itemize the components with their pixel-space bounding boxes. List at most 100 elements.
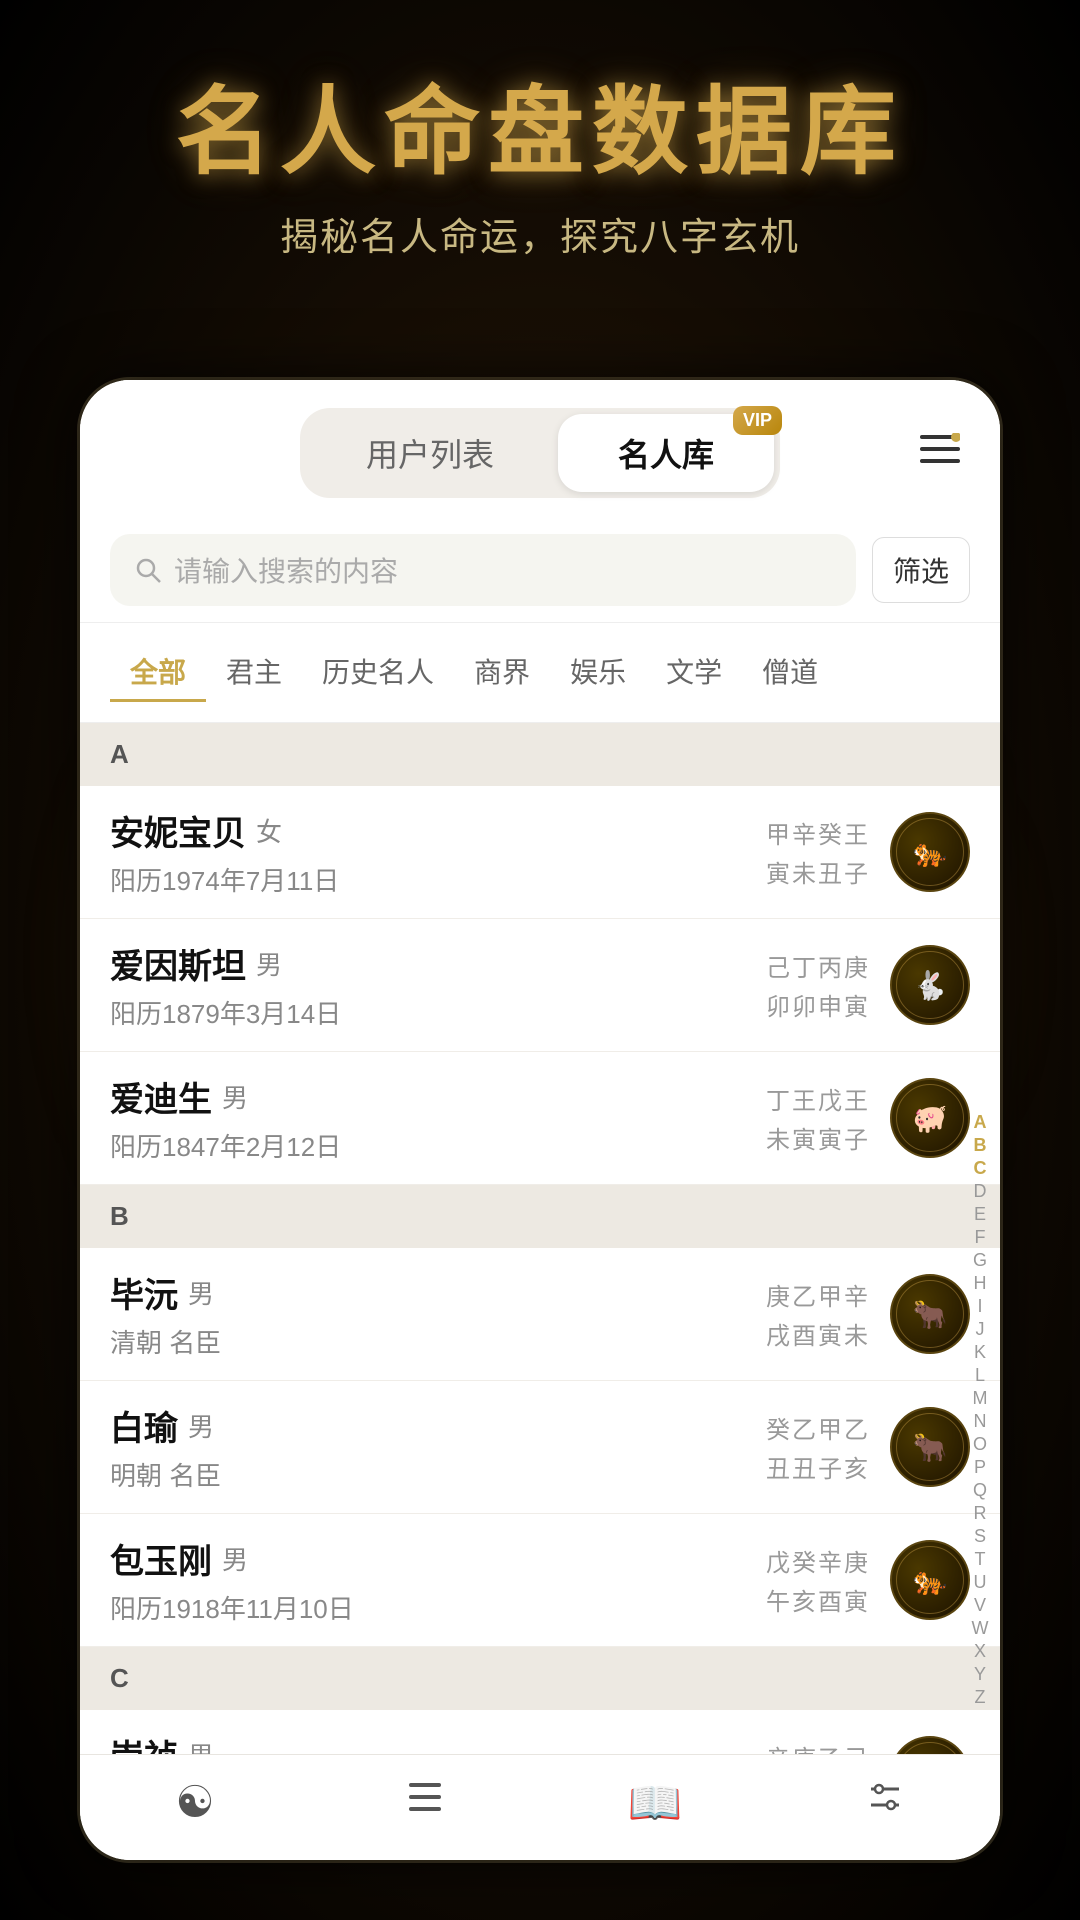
alpha-q[interactable]: Q xyxy=(968,1480,992,1501)
avatar: 🐂 xyxy=(890,1407,970,1487)
item-info: 毕沅 男 清朝 名臣 xyxy=(110,1268,766,1360)
alpha-u[interactable]: U xyxy=(968,1572,992,1593)
avatar: 🐖 xyxy=(890,1078,970,1158)
search-placeholder: 请输入搜索的内容 xyxy=(174,550,398,590)
item-gender: 男 xyxy=(256,945,282,982)
nav-list[interactable] xyxy=(310,1775,540,1830)
item-gender: 男 xyxy=(188,1736,214,1754)
item-bazi: 癸乙甲乙 丑丑子亥 xyxy=(766,1410,870,1484)
search-input-wrap[interactable]: 请输入搜索的内容 xyxy=(110,534,856,606)
item-info: 爱迪生 男 阳历1847年2月12日 xyxy=(110,1072,766,1164)
item-bazi: 丁王戊王 未寅寅子 xyxy=(766,1081,870,1155)
header-area: 名人命盘数据库 揭秘名人命运，探究八字玄机 xyxy=(0,80,1080,261)
item-gender: 男 xyxy=(222,1540,248,1577)
alpha-d[interactable]: D xyxy=(968,1181,992,1202)
bottom-nav: ☯ 📖 xyxy=(80,1754,1000,1860)
cat-history[interactable]: 历史名人 xyxy=(302,643,454,702)
cat-literature[interactable]: 文学 xyxy=(646,643,742,702)
item-gender: 女 xyxy=(256,812,282,849)
phone-frame: 用户列表 名人库 VIP xyxy=(80,380,1000,1860)
item-name: 白瑜 男 xyxy=(110,1401,766,1450)
menu-icon[interactable] xyxy=(920,432,960,474)
item-gender: 男 xyxy=(188,1407,214,1444)
avatar: 🐅 xyxy=(890,812,970,892)
list-area: A 安妮宝贝 女 阳历1974年7月11日 甲辛癸王 寅未丑子 � xyxy=(80,723,1000,1754)
tab-group: 用户列表 名人库 VIP xyxy=(300,408,780,498)
item-name: 安妮宝贝 女 xyxy=(110,806,766,855)
avatar: 🐖 xyxy=(890,1736,970,1754)
list-item[interactable]: 白瑜 男 明朝 名臣 癸乙甲乙 丑丑子亥 🐂 xyxy=(80,1381,1000,1514)
avatar: 🐅 xyxy=(890,1540,970,1620)
alpha-w[interactable]: W xyxy=(968,1618,992,1639)
tab-celebrity[interactable]: 名人库 VIP xyxy=(558,414,774,492)
item-sub: 阳历1847年2月12日 xyxy=(110,1127,766,1164)
alpha-j[interactable]: J xyxy=(968,1319,992,1340)
list-container: A 安妮宝贝 女 阳历1974年7月11日 甲辛癸王 寅未丑子 � xyxy=(80,723,1000,1754)
alpha-t[interactable]: T xyxy=(968,1549,992,1570)
alpha-o[interactable]: O xyxy=(968,1434,992,1455)
item-sub: 阳历1974年7月11日 xyxy=(110,861,766,898)
alpha-f[interactable]: F xyxy=(968,1227,992,1248)
item-gender: 男 xyxy=(188,1274,214,1311)
category-tabs: 全部 君主 历史名人 商界 娱乐 文学 僧道 xyxy=(80,623,1000,723)
item-info: 包玉刚 男 阳历1918年11月10日 xyxy=(110,1534,766,1626)
alpha-e[interactable]: E xyxy=(968,1204,992,1225)
item-bazi: 庚乙甲辛 戌酉寅未 xyxy=(766,1277,870,1351)
list-item[interactable]: 毕沅 男 清朝 名臣 庚乙甲辛 戌酉寅未 🐂 xyxy=(80,1248,1000,1381)
nav-settings[interactable] xyxy=(770,1775,1000,1830)
sub-title: 揭秘名人命运，探究八字玄机 xyxy=(0,206,1080,261)
alpha-h[interactable]: H xyxy=(968,1273,992,1294)
alpha-index: A B C D E F G H I J K L M N O P Q xyxy=(968,1112,992,1708)
item-name: 崇祯 男 xyxy=(110,1730,766,1754)
alpha-y[interactable]: Y xyxy=(968,1664,992,1685)
alpha-s[interactable]: S xyxy=(968,1526,992,1547)
alpha-c[interactable]: C xyxy=(968,1158,992,1179)
cat-all[interactable]: 全部 xyxy=(110,643,206,702)
item-info: 白瑜 男 明朝 名臣 xyxy=(110,1401,766,1493)
alpha-z[interactable]: Z xyxy=(968,1687,992,1708)
list-item[interactable]: 包玉刚 男 阳历1918年11月10日 戊癸辛庚 午亥酉寅 🐅 xyxy=(80,1514,1000,1647)
item-bazi: 戊癸辛庚 午亥酉寅 xyxy=(766,1543,870,1617)
list-item[interactable]: 爱因斯坦 男 阳历1879年3月14日 己丁丙庚 卯卯申寅 🐇 xyxy=(80,919,1000,1052)
item-name: 毕沅 男 xyxy=(110,1268,766,1317)
cat-entertainment[interactable]: 娱乐 xyxy=(550,643,646,702)
item-sub: 阳历1879年3月14日 xyxy=(110,994,766,1031)
search-icon xyxy=(134,556,162,584)
list-item[interactable]: 爱迪生 男 阳历1847年2月12日 丁王戊王 未寅寅子 🐖 xyxy=(80,1052,1000,1185)
alpha-i[interactable]: I xyxy=(968,1296,992,1317)
item-info: 爱因斯坦 男 阳历1879年3月14日 xyxy=(110,939,766,1031)
item-name: 爱因斯坦 男 xyxy=(110,939,766,988)
alpha-k[interactable]: K xyxy=(968,1342,992,1363)
alpha-x[interactable]: X xyxy=(968,1641,992,1662)
item-bazi: 己丁丙庚 卯卯申寅 xyxy=(766,948,870,1022)
item-info: 安妮宝贝 女 阳历1974年7月11日 xyxy=(110,806,766,898)
alpha-m[interactable]: M xyxy=(968,1388,992,1409)
item-gender: 男 xyxy=(222,1078,248,1115)
alpha-a[interactable]: A xyxy=(968,1112,992,1133)
item-sub: 明朝 名臣 xyxy=(110,1456,766,1493)
nav-book[interactable]: 📖 xyxy=(540,1775,770,1830)
search-bar: 请输入搜索的内容 筛选 xyxy=(80,518,1000,623)
alpha-g[interactable]: G xyxy=(968,1250,992,1271)
alpha-r[interactable]: R xyxy=(968,1503,992,1524)
cat-junzhu[interactable]: 君主 xyxy=(206,643,302,702)
cat-religion[interactable]: 僧道 xyxy=(742,643,838,702)
main-title: 名人命盘数据库 xyxy=(0,80,1080,186)
section-header-a: A xyxy=(80,723,1000,786)
item-bazi: 甲辛癸王 寅未丑子 xyxy=(766,815,870,889)
alpha-v[interactable]: V xyxy=(968,1595,992,1616)
list-item[interactable]: 崇祯 男 明朝 末位皇帝 辛庚乙己 亥寅未卯 🐖 xyxy=(80,1710,1000,1754)
alpha-n[interactable]: N xyxy=(968,1411,992,1432)
item-sub: 阳历1918年11月10日 xyxy=(110,1589,766,1626)
avatar: 🐂 xyxy=(890,1274,970,1354)
alpha-l[interactable]: L xyxy=(968,1365,992,1386)
alpha-b[interactable]: B xyxy=(968,1135,992,1156)
list-item[interactable]: 安妮宝贝 女 阳历1974年7月11日 甲辛癸王 寅未丑子 🐅 xyxy=(80,786,1000,919)
item-bazi: 辛庚乙己 亥寅未卯 xyxy=(766,1739,870,1754)
section-header-c: C xyxy=(80,1647,1000,1710)
cat-business[interactable]: 商界 xyxy=(454,643,550,702)
filter-button[interactable]: 筛选 xyxy=(872,537,970,603)
tab-user-list[interactable]: 用户列表 xyxy=(306,414,554,492)
nav-taiji[interactable]: ☯ xyxy=(80,1775,310,1830)
alpha-p[interactable]: P xyxy=(968,1457,992,1478)
